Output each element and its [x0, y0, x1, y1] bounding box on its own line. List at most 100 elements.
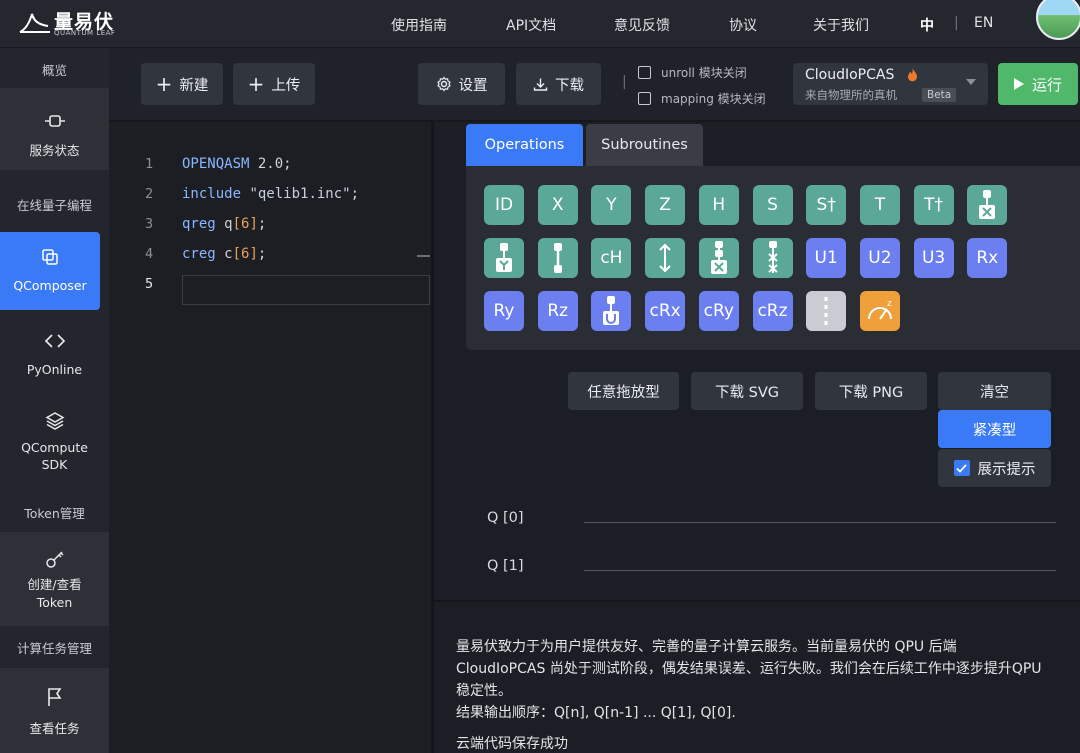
compact-mode-button[interactable]: 紧凑型 [938, 410, 1051, 448]
toffoli-icon [706, 241, 732, 275]
mapping-toggle[interactable]: mapping 模块关闭 [638, 90, 766, 107]
gate-button[interactable]: Ry [484, 291, 524, 331]
code-token: ; [350, 186, 360, 202]
gate-button[interactable]: Rz [537, 291, 578, 331]
tab-subroutines[interactable]: Subroutines [586, 124, 703, 166]
gate-measure[interactable]: z [859, 291, 900, 331]
logo[interactable]: 量易伏 QUANTUM LEAF [18, 6, 128, 42]
gate-button[interactable]: cH [591, 238, 632, 278]
gate-cswap[interactable] [752, 238, 793, 278]
nav-about[interactable]: 关于我们 [813, 15, 869, 35]
code-token: creg [182, 246, 225, 262]
unroll-label: unroll 模块关闭 [661, 66, 747, 80]
svg-text:z: z [887, 299, 892, 309]
qubit-wire[interactable] [584, 522, 1056, 523]
line-number: 1 [145, 156, 154, 172]
run-button[interactable]: 运行 [998, 63, 1078, 105]
device-select[interactable]: CloudIoPCAS 来自物理所的真机 Beta [793, 63, 988, 105]
sidebar-item-label: 服务状态 [29, 143, 80, 158]
sidebar-item-qcompute-sdk[interactable]: QCompute SDK [0, 398, 109, 490]
code-line: OPENQASM 2.0; [182, 156, 292, 172]
controlled-y-icon [491, 242, 517, 274]
lang-separator: | [954, 15, 959, 31]
gate-button[interactable]: S† [806, 185, 847, 225]
output-line: 结果输出顺序：Q[n], Q[n-1] ... Q[1], Q[0]. [456, 705, 736, 721]
gate-button[interactable]: Y [591, 185, 632, 225]
nav-api-docs[interactable]: API文档 [506, 15, 556, 35]
sidebar-item-qcomposer[interactable]: QComposer [0, 232, 100, 310]
checkbox-checked-icon[interactable] [953, 460, 970, 476]
gate-button[interactable]: H [698, 185, 739, 225]
output-line: 量易伏致力于为用户提供友好、完善的量子计算云服务。当前量易伏的 QPU 后端 [456, 639, 957, 655]
avatar[interactable] [1036, 0, 1080, 40]
code-editor[interactable]: 1 OPENQASM 2.0; 2 include "qelib1.inc"; 3 qre… [109, 122, 431, 753]
sidebar-item-label: SDK [41, 457, 68, 472]
unroll-checkbox[interactable] [638, 66, 651, 79]
unroll-toggle[interactable]: unroll 模块关闭 [638, 64, 747, 81]
qubit-wire[interactable] [584, 570, 1056, 571]
clear-button[interactable]: 清空 [938, 372, 1051, 410]
swap-arrow-icon [655, 242, 675, 274]
editor-resize-handle[interactable] [417, 255, 430, 257]
controlled-x-icon [974, 189, 1000, 221]
drag-mode-button[interactable]: 任意拖放型 [568, 372, 679, 410]
gate-button[interactable]: Z [645, 185, 686, 225]
gate-button[interactable]: U2 [859, 238, 900, 278]
play-icon [1013, 78, 1024, 90]
gate-toffoli[interactable] [698, 238, 739, 278]
nav-guide[interactable]: 使用指南 [391, 15, 447, 35]
gate-barrier[interactable] [806, 291, 847, 331]
gate-button[interactable]: S [752, 185, 793, 225]
code-line: qreg q[6]; [182, 216, 266, 232]
gate-ctrl-x[interactable] [967, 185, 1008, 225]
upload-button[interactable]: + 上传 [233, 63, 315, 105]
download-svg-button[interactable]: 下载 SVG [691, 372, 803, 410]
gate-button[interactable]: cRz [752, 291, 793, 331]
current-line-highlight [182, 275, 430, 305]
download-png-button[interactable]: 下载 PNG [815, 372, 927, 410]
gate-button[interactable]: Rx [967, 238, 1008, 278]
sidebar-item-view-tasks[interactable]: 查看任务 [0, 668, 109, 753]
sidebar-item-service-status[interactable]: 服务状态 [0, 88, 109, 170]
nav-agreement[interactable]: 协议 [729, 15, 757, 35]
gate-ctrl-u[interactable] [591, 291, 632, 331]
output-line: 云端代码保存成功 [456, 736, 568, 752]
gate-button[interactable]: T [859, 185, 900, 225]
sidebar-item-label: QComposer [13, 278, 87, 293]
tab-operations[interactable]: Operations [466, 124, 583, 166]
gate-button[interactable]: X [537, 185, 578, 225]
sidebar-section-token: Token管理 [24, 506, 85, 521]
mapping-checkbox[interactable] [638, 92, 651, 105]
gate-button[interactable]: T† [913, 185, 954, 225]
logo-mark-icon [19, 13, 50, 33]
line-number: 2 [145, 186, 154, 202]
download-button[interactable]: 下载 [516, 63, 601, 105]
download-button-label: 下载 [555, 77, 584, 94]
sidebar-item-pyonline[interactable]: PyOnline [0, 316, 109, 392]
service-status-icon [44, 115, 65, 127]
lang-zh[interactable]: 中 [920, 15, 934, 35]
upload-button-label: 上传 [271, 77, 301, 94]
gear-icon [436, 76, 451, 92]
settings-button[interactable]: 设置 [418, 63, 505, 105]
gate-swap-arrow[interactable] [645, 238, 686, 278]
lang-en[interactable]: EN [974, 15, 993, 31]
gate-ctrl-y[interactable] [484, 238, 524, 278]
gate-button[interactable]: U3 [913, 238, 954, 278]
gate-button[interactable]: U1 [806, 238, 847, 278]
show-hints-toggle[interactable]: 展示提示 [938, 449, 1051, 487]
sidebar-section-tasks: 计算任务管理 [16, 641, 92, 656]
gate-button[interactable]: cRx [645, 291, 686, 331]
code-token: ; [257, 216, 267, 232]
qubit-label: Q [1] [487, 558, 524, 574]
sidebar-item-token[interactable]: 创建/查看 Token [0, 532, 109, 626]
code-token: c [224, 246, 233, 262]
top-nav-bar: 量易伏 QUANTUM LEAF 使用指南 API文档 意见反馈 协议 关于我们… [0, 0, 1080, 48]
nav-feedback[interactable]: 意见反馈 [614, 15, 670, 35]
new-button[interactable]: + 新建 [141, 63, 223, 105]
gate-button[interactable]: ID [484, 185, 524, 225]
new-button-label: 新建 [179, 77, 209, 94]
settings-button-label: 设置 [458, 77, 488, 94]
gate-ctrl-link[interactable] [537, 238, 578, 278]
gate-button[interactable]: cRy [698, 291, 739, 331]
